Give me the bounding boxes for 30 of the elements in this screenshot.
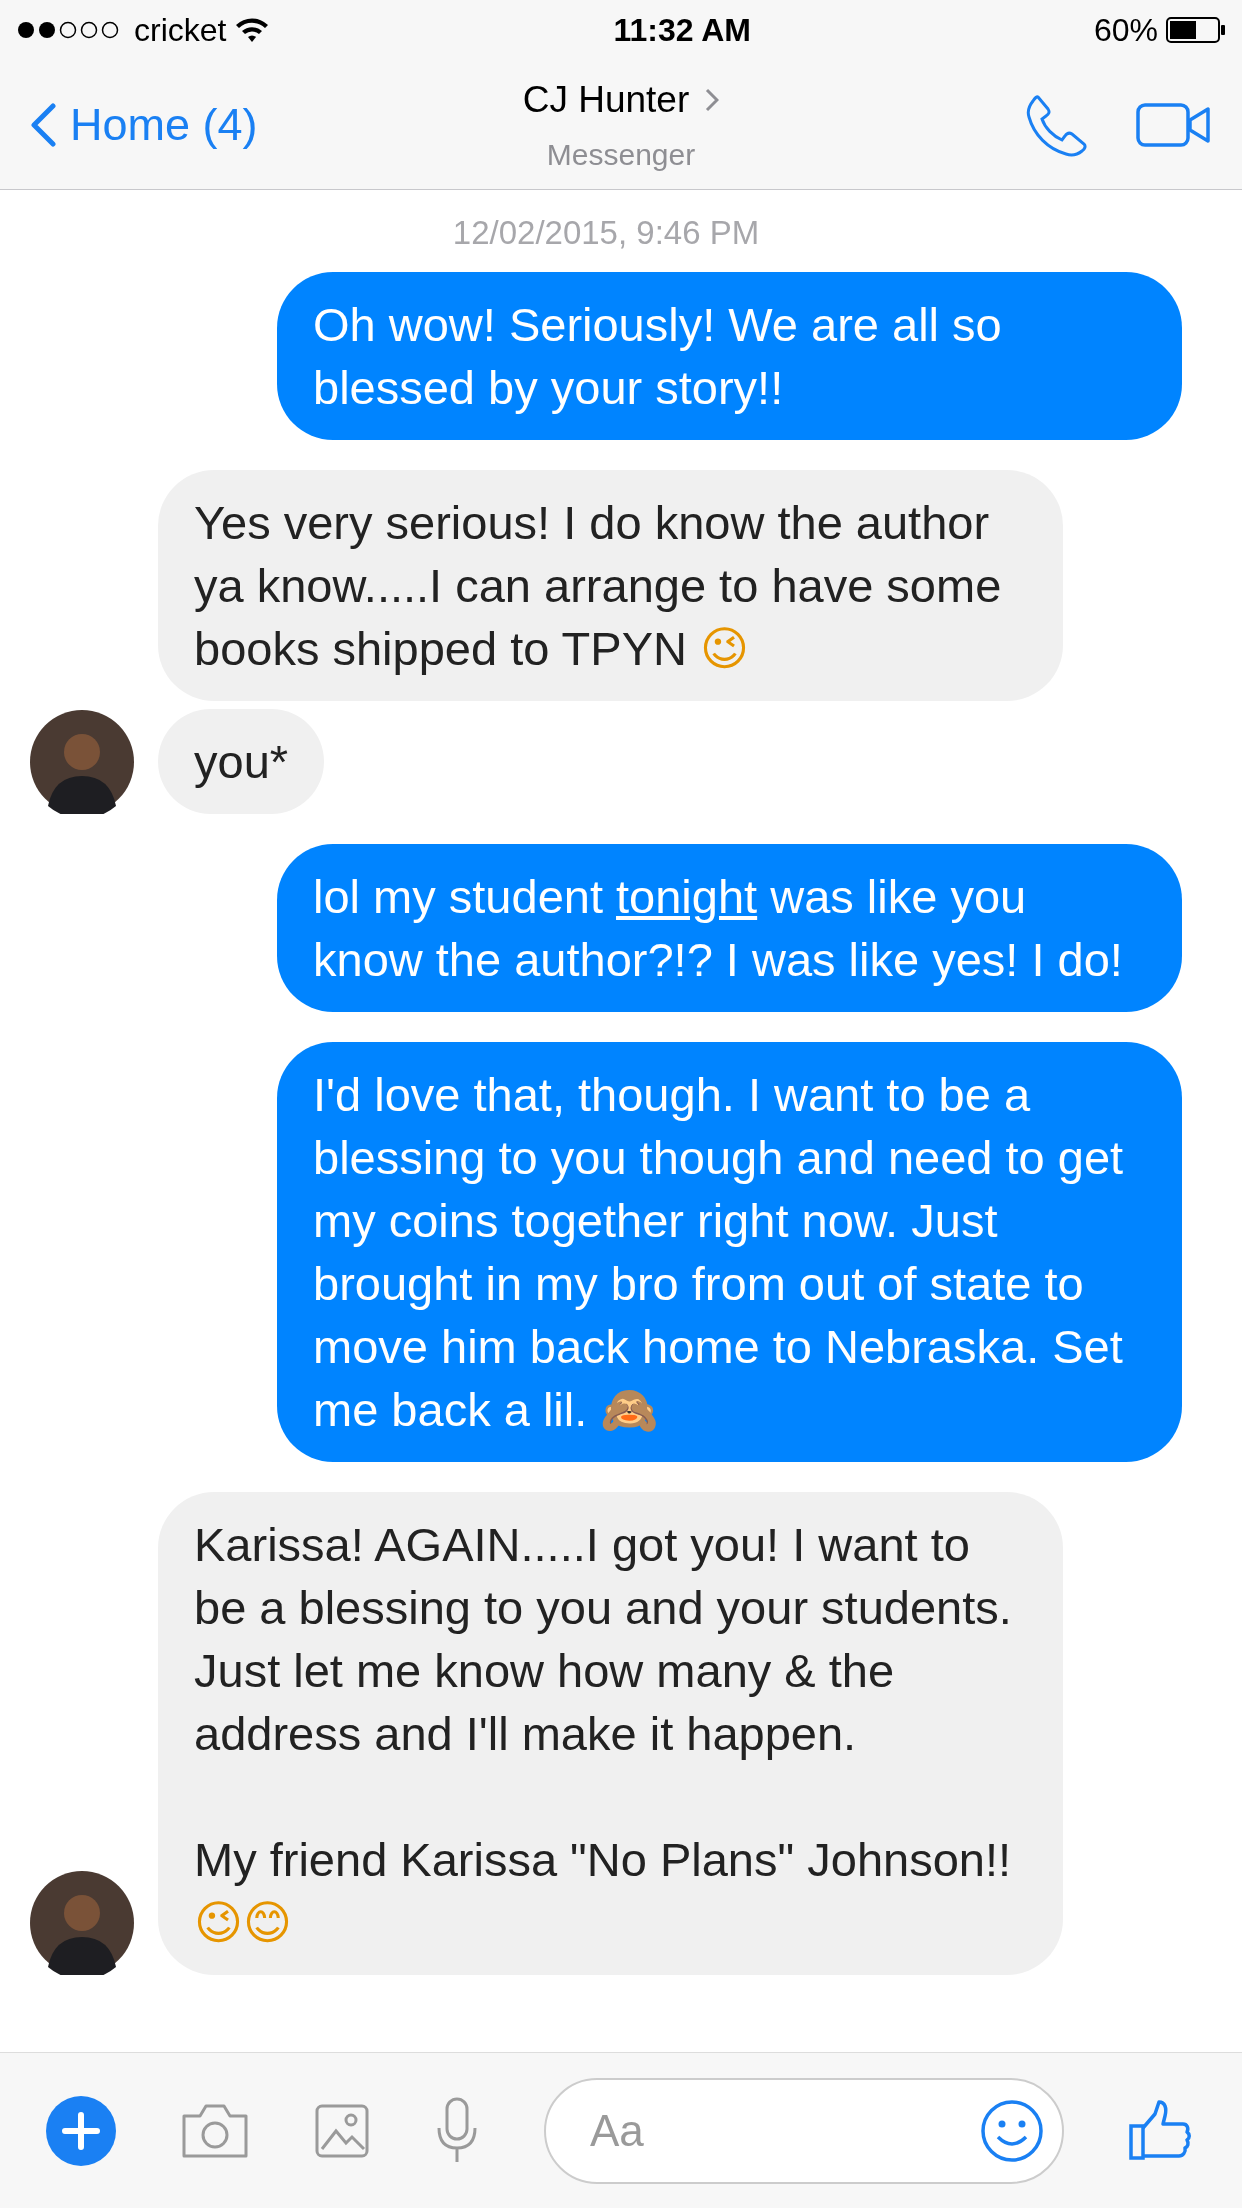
call-button[interactable] — [1024, 92, 1088, 157]
like-button[interactable] — [1128, 2099, 1192, 2162]
back-button[interactable]: Home (4) — [30, 90, 258, 159]
clock-time: 11:32 AM — [613, 11, 751, 50]
phone-icon — [1024, 92, 1088, 157]
wifi-icon — [234, 16, 271, 44]
battery-percent: 60% — [1093, 11, 1158, 50]
emoji-button-icon[interactable] — [980, 2098, 1044, 2163]
image-icon — [314, 2102, 370, 2159]
message-text: Oh wow! Seriously! We are all so blessed by your story!! — [313, 297, 1002, 414]
app-subtitle: Messenger — [546, 136, 696, 173]
plus-icon — [46, 2095, 116, 2166]
back-chevron-icon — [30, 102, 56, 147]
message-text: Yes very serious! I do know the author ya know.....I can arrange to have some books shipped to TPYN 😉 — [194, 495, 1002, 675]
chevron-right-icon — [705, 88, 720, 112]
message-text: lol my student tonight was like you know the author?!? I was like yes! I do! — [313, 869, 1123, 986]
add-button[interactable] — [46, 2095, 116, 2166]
video-camera-icon — [1136, 101, 1212, 148]
message-text: Karissa! AGAIN.....I got you! I want to be a blessing to you and your students. Just let me know how many & the address and I'll make it happen. My friend Karissa "No Plans" Johnson!! 😉😊 — [194, 1517, 1012, 1949]
thumbs-up-icon — [1128, 2099, 1192, 2162]
gallery-button[interactable] — [314, 2102, 370, 2159]
message-text: you* — [194, 734, 289, 788]
message-link[interactable]: tonight — [616, 869, 758, 923]
contact-name[interactable]: CJ Hunter — [522, 72, 690, 128]
video-call-button[interactable] — [1136, 101, 1212, 148]
message-text: I'd love that, though. I want to be a blessing to you though and need to get my coins together right now. Just brought in my bro from out of state to move him back home to Nebraska. Set me back a lil. 🙈 — [313, 1067, 1124, 1436]
battery-icon — [1166, 16, 1226, 44]
carrier-name: cricket — [134, 11, 227, 50]
timestamp: 12/02/2015, 9:46 PM — [451, 213, 761, 253]
message-input[interactable]: Aa — [544, 2077, 1064, 2184]
